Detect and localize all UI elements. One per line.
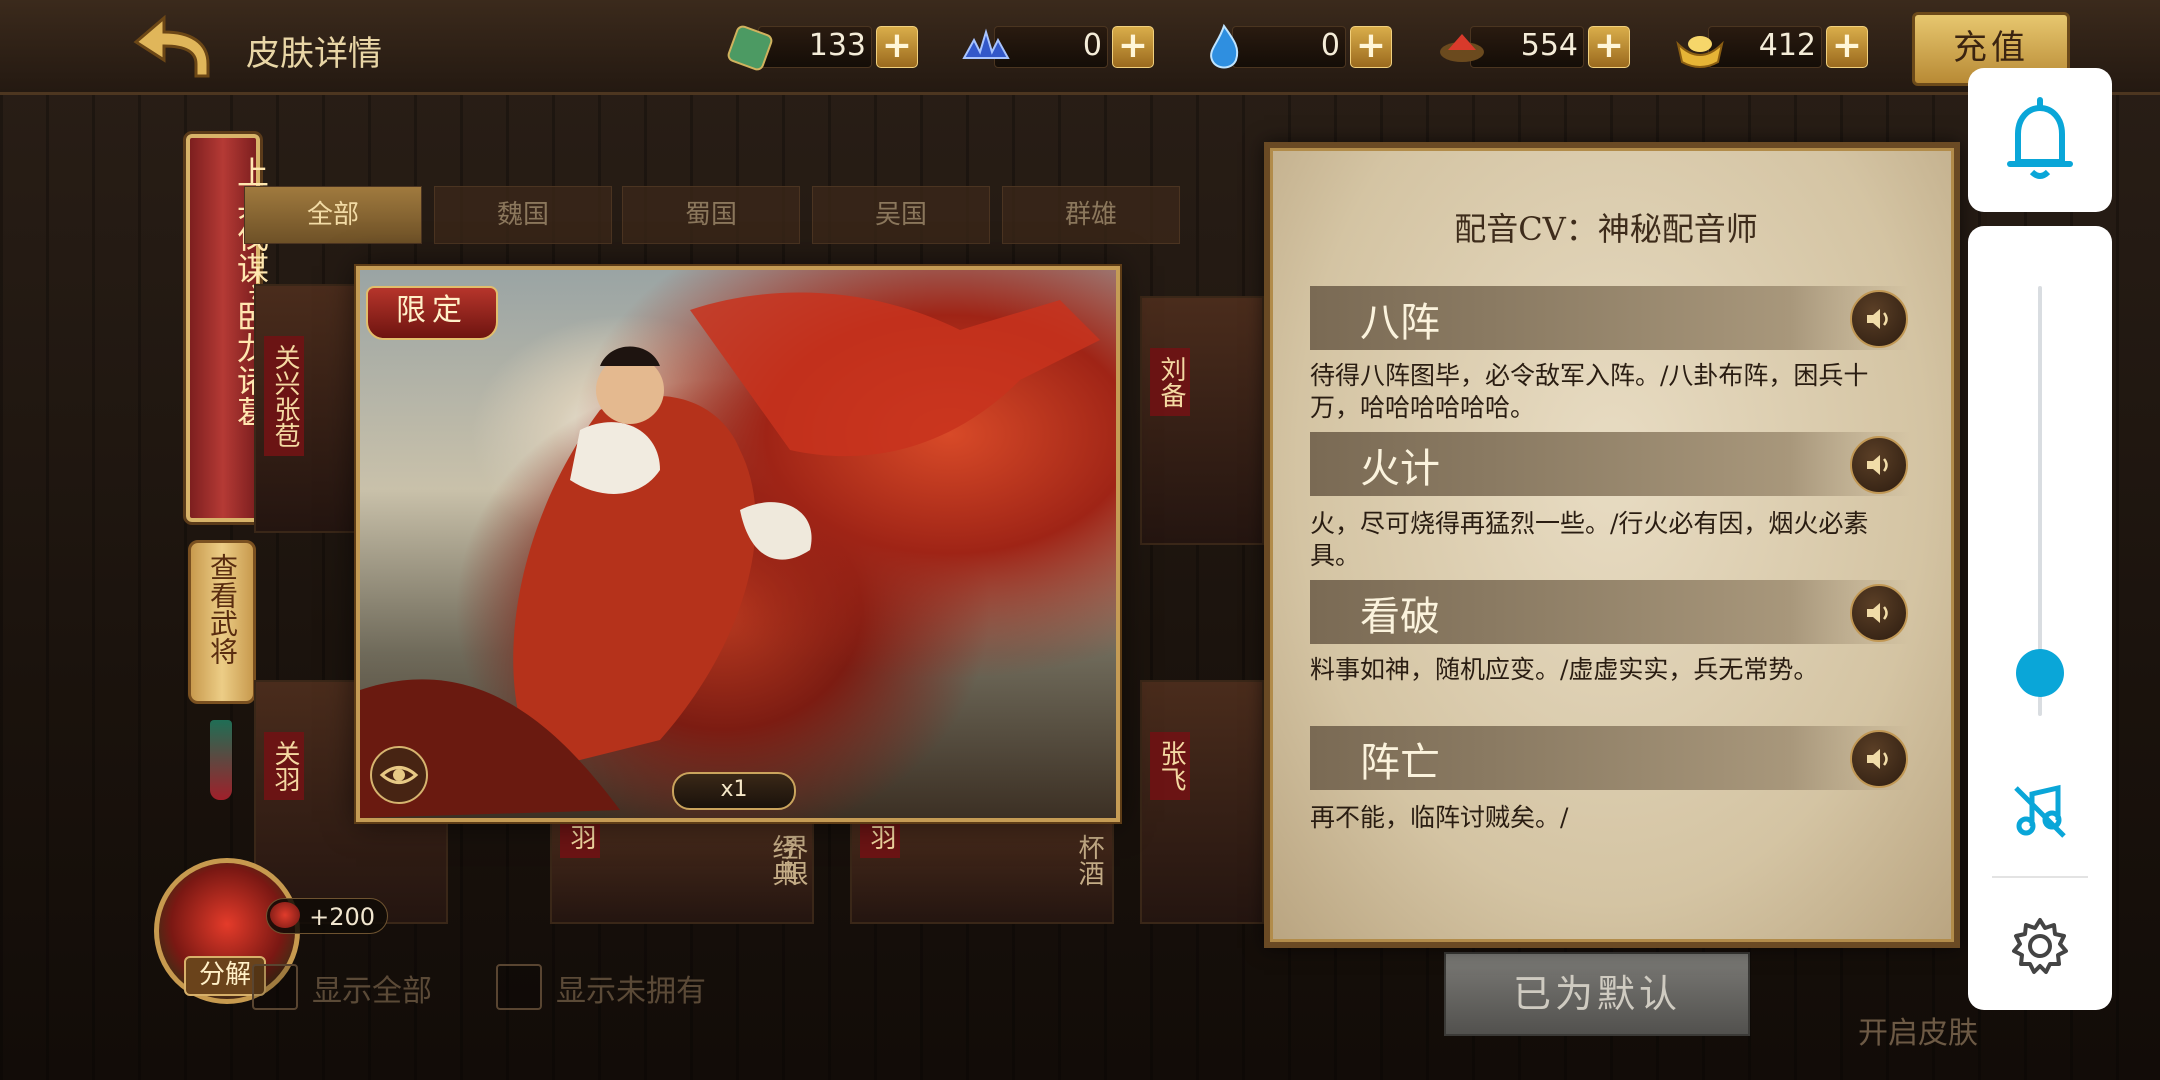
resource-value: 0 [1082,28,1102,63]
hero-card-suffix: 杯酒 [1074,834,1104,886]
hero-card-label: 羽 [560,816,600,858]
view-hero-label: 查看武将 [206,553,239,665]
speaker-icon [1867,749,1888,769]
set-default-button[interactable]: 已为默认 [1444,952,1750,1036]
play-voice-button[interactable] [1850,730,1908,788]
limited-badge: 限定 [366,286,498,340]
notification-toggle[interactable] [1968,68,2112,212]
tab-wei[interactable]: 魏国 [434,186,612,244]
play-voice-button[interactable] [1850,584,1908,642]
back-button[interactable] [130,12,216,82]
tassel-decoration [210,720,232,800]
open-skin-button[interactable]: 开启皮肤 [1858,1008,1978,1052]
gear-icon [2012,918,2068,974]
resource-crest: 0 + [958,24,1154,68]
resource-value: 554 [1520,28,1578,63]
show-unowned-label: 显示未拥有 [556,974,706,1009]
voice-line-name: 看破 [1360,594,1440,640]
preview-eye-button[interactable] [370,746,428,804]
resource-ingot: 412 + [1672,24,1868,68]
show-all-checkbox[interactable] [252,964,298,1010]
voice-line-name: 火计 [1360,446,1440,492]
page-title: 皮肤详情 [246,34,382,74]
voice-line-text: 再不能，临阵讨贼矣。/ [1310,803,1569,832]
jade-token-icon [727,25,773,71]
hero-card-label: 张飞 [1150,732,1190,800]
show-all-label: 显示全部 [312,974,432,1009]
tab-all[interactable]: 全部 [244,186,422,244]
voice-cv-title: 配音CV：神秘配音师 [1454,210,1758,248]
eye-icon [379,766,419,784]
voice-line-name: 阵亡 [1360,740,1440,786]
hero-card-suffix: 界限 [778,834,808,886]
music-off-icon [2014,784,2066,838]
resource-value: 0 [1320,28,1340,63]
resource-value: 412 [1758,28,1816,63]
play-voice-button[interactable] [1850,290,1908,348]
resource-gem: 554 + [1434,24,1630,68]
hero-card-label: 羽 [860,816,900,858]
add-flame-button[interactable]: + [1350,26,1392,68]
tab-wu[interactable]: 吴国 [812,186,990,244]
tab-qunxiong[interactable]: 群雄 [1002,186,1180,244]
speaker-icon [1867,455,1888,475]
add-jade-button[interactable]: + [876,26,918,68]
voice-line-text: 待得八阵图毕，必令敌军入阵。/八卦布阵，困兵十万，哈哈哈哈哈哈。 [1310,361,1869,422]
resource-value: 133 [808,28,866,63]
tab-shu[interactable]: 蜀国 [622,186,800,244]
play-voice-button[interactable] [1850,436,1908,494]
settings-button[interactable] [2008,914,2072,978]
speaker-icon [1867,309,1888,329]
add-ingot-button[interactable]: + [1826,26,1868,68]
speaker-icon [1867,603,1888,623]
view-hero-button[interactable]: 查看武将 [188,540,256,704]
back-arrow-icon [133,14,210,78]
voice-line-text: 料事如神，随机应变。/虚虚实实，兵无常势。 [1310,655,1819,684]
hero-card-label: 刘备 [1150,348,1190,416]
hero-card-label: 关羽 [264,732,304,800]
resource-jade: 133 + [722,24,918,71]
blue-flame-icon [1210,23,1239,69]
hero-card-label: 关兴张苞 [264,336,304,456]
red-gem-icon [1440,34,1484,62]
add-crest-button[interactable]: + [1112,26,1154,68]
music-mute-toggle[interactable] [2008,780,2072,844]
resource-flame: 0 + [1196,23,1392,69]
gold-ingot-icon [1676,36,1724,68]
hero-card[interactable]: 羽 界限 杯酒 [778,814,1114,924]
volume-slider-knob[interactable] [2016,649,2064,697]
show-unowned-checkbox[interactable] [496,964,542,1010]
hero-card[interactable]: 刘备 [1140,296,1264,545]
blue-crest-icon [962,28,1010,59]
red-gem-icon [270,902,300,928]
skin-illustration [360,292,1100,818]
skin-artwork[interactable] [356,266,1120,822]
add-gem-button[interactable]: + [1588,26,1630,68]
bell-icon [2007,97,2073,179]
divider [1992,876,2088,878]
voice-line-name: 八阵 [1360,300,1440,346]
skin-count-badge: x1 [672,772,796,810]
voice-line-text: 火，尽可烧得再猛烈一些。/行火必有因，烟火必素具。 [1310,509,1869,570]
hero-card[interactable]: 张飞 [1140,680,1264,924]
